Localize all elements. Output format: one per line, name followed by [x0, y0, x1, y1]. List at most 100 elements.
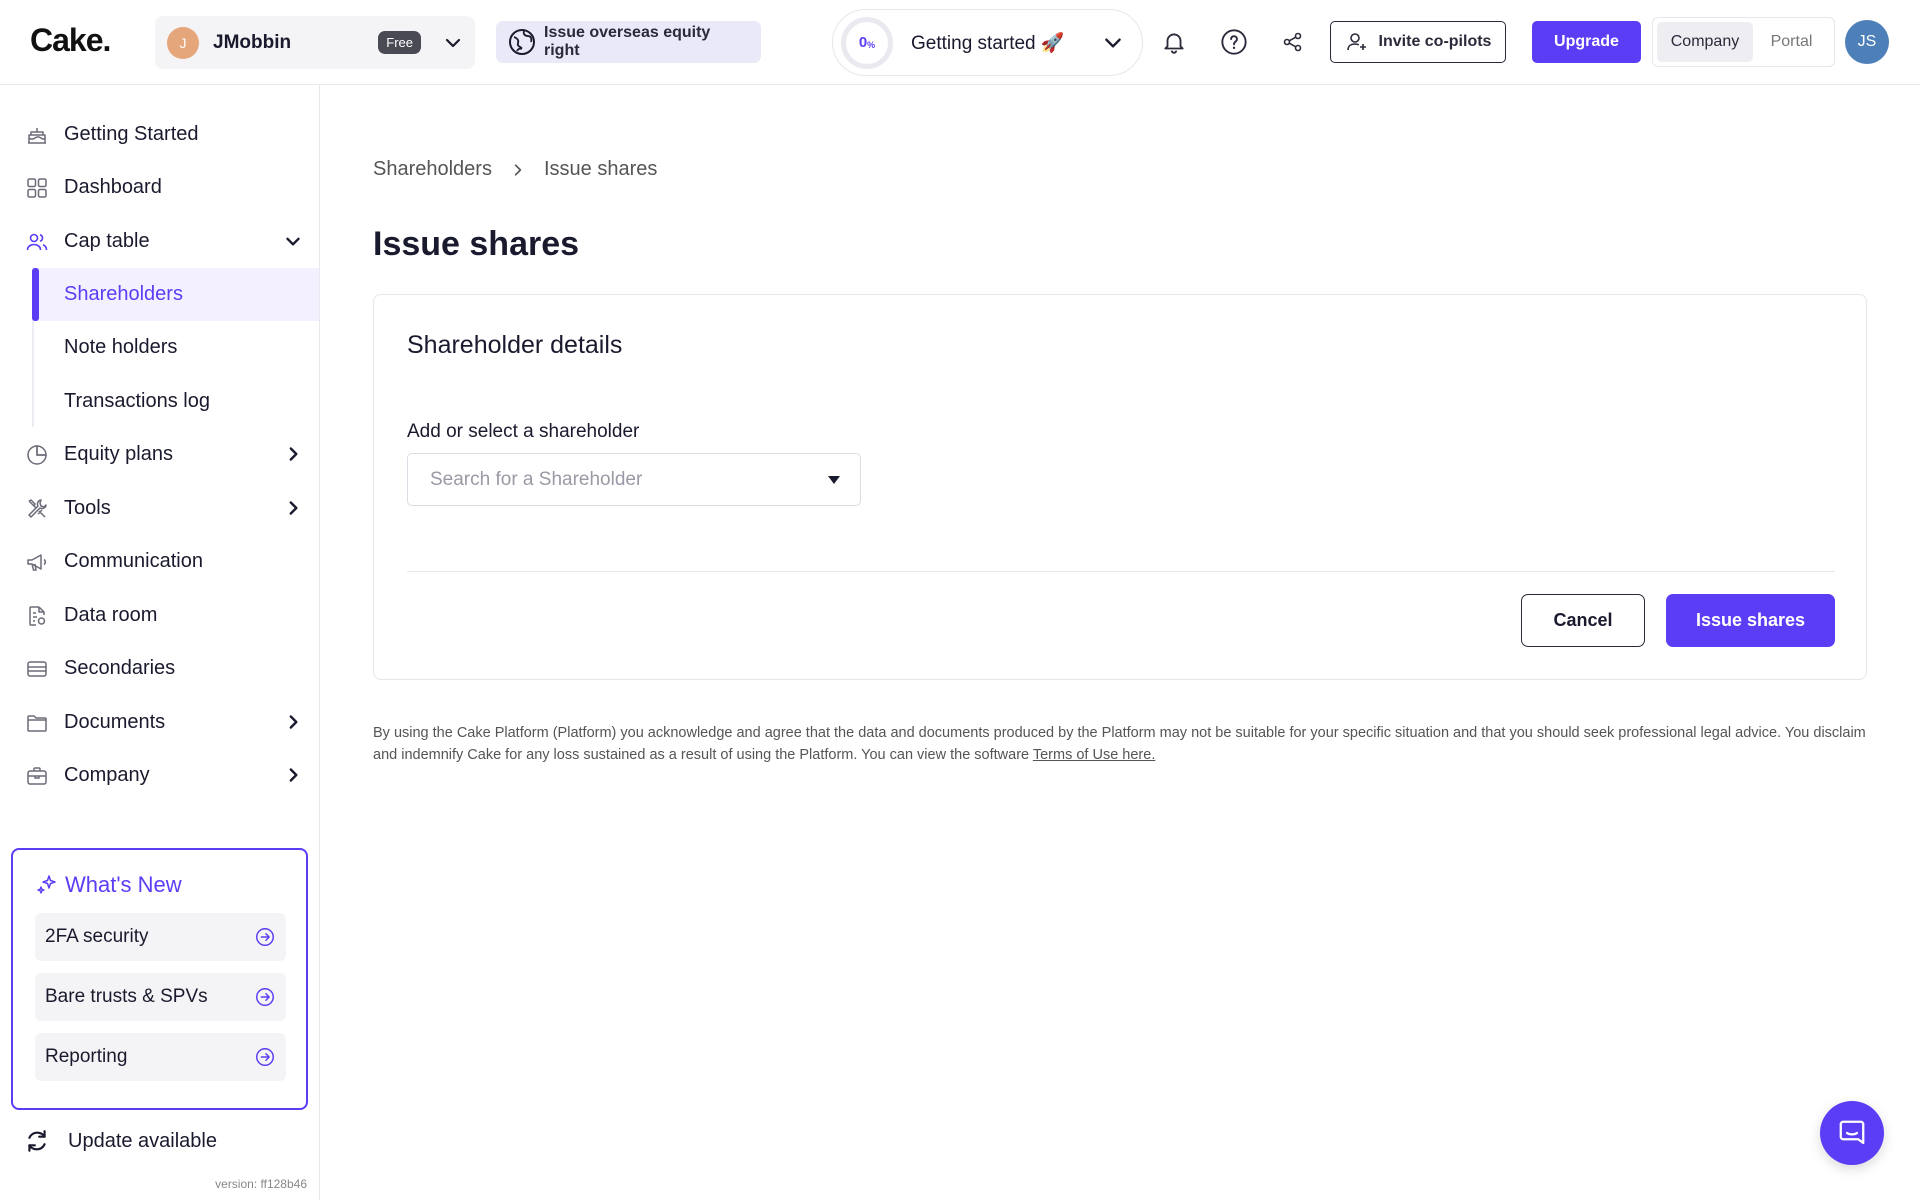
users-icon — [24, 229, 50, 255]
version-label: version: ff128b46 — [215, 1177, 307, 1191]
card-divider — [407, 571, 1835, 572]
account-switcher[interactable]: J JMobbin Free — [155, 16, 475, 69]
sidebar-item-communication[interactable]: Communication — [0, 535, 319, 588]
progress-percent-unit: % — [867, 40, 876, 50]
legal-disclaimer: By using the Cake Platform (Platform) yo… — [373, 722, 1873, 766]
switch-company[interactable]: Company — [1657, 22, 1753, 62]
issue-shares-button[interactable]: Issue shares — [1666, 594, 1835, 647]
plan-badge: Free — [378, 31, 421, 54]
sidebar-item-label: Documents — [64, 711, 166, 733]
sidebar-item-transactions-log[interactable]: Transactions log — [32, 375, 319, 428]
breadcrumb: Shareholders Issue shares — [373, 158, 657, 181]
progress-ring: 0% — [841, 16, 893, 69]
chevron-right-icon — [282, 443, 304, 465]
refresh-icon — [24, 1128, 68, 1154]
globe-icon — [508, 28, 536, 56]
shareholder-search-placeholder: Search for a Shareholder — [430, 468, 643, 490]
user-avatar[interactable]: JS — [1845, 20, 1889, 64]
equity-pill-label: Issue overseas equity right — [544, 24, 711, 59]
cake-logo[interactable]: Cake. — [30, 22, 111, 59]
sidebar-item-label: Company — [64, 764, 150, 786]
cake-icon — [24, 122, 50, 148]
top-bar: Cake. J JMobbin Free Issue overseas equi… — [0, 0, 1920, 85]
shareholder-search-select[interactable]: Search for a Shareholder — [407, 453, 861, 506]
sidebar-item-label: Communication — [64, 550, 203, 572]
whats-new-item-label: Reporting — [45, 1046, 128, 1067]
chevron-right-icon — [282, 711, 304, 733]
bell-icon[interactable] — [1156, 24, 1192, 60]
chevron-down-icon — [1102, 32, 1124, 54]
sidebar-item-label: Getting Started — [64, 123, 199, 145]
sidebar-item-label: Secondaries — [64, 657, 176, 679]
page-title: Issue shares — [373, 225, 580, 263]
sidebar: Getting Started Dashboard Cap table Shar… — [0, 85, 320, 1200]
account-name: JMobbin — [213, 31, 292, 53]
shareholder-details-card: Shareholder details Add or select a shar… — [373, 294, 1867, 680]
sidebar-item-label: Data room — [64, 604, 158, 626]
breadcrumb-shareholders[interactable]: Shareholders — [373, 158, 492, 181]
switch-portal[interactable]: Portal — [1753, 22, 1830, 62]
sidebar-item-equity-plans[interactable]: Equity plans — [0, 428, 319, 481]
whats-new-item-2fa[interactable]: 2FA security — [35, 913, 286, 961]
sidebar-item-getting-started[interactable]: Getting Started — [0, 108, 319, 161]
getting-started-progress[interactable]: 0% Getting started 🚀 — [832, 9, 1143, 76]
add-user-icon — [1345, 30, 1379, 54]
arrow-right-circle-icon — [254, 986, 276, 1008]
caret-down-icon — [828, 475, 840, 484]
chevron-right-icon — [282, 764, 304, 786]
equity-announcement-pill[interactable]: Issue overseas equity right — [496, 21, 761, 63]
sidebar-item-label: Cap table — [64, 230, 150, 252]
card-title: Shareholder details — [407, 331, 623, 359]
sidebar-item-cap-table[interactable]: Cap table — [0, 215, 319, 268]
whats-new-label: What's New — [65, 872, 182, 897]
folder-icon — [24, 710, 50, 736]
invite-co-pilots-button[interactable]: Invite co-pilots — [1330, 21, 1506, 63]
sidebar-item-note-holders[interactable]: Note holders — [32, 321, 319, 374]
tools-icon — [24, 496, 50, 522]
whats-new-panel: What's New 2FA security Bare trusts & SP… — [11, 848, 308, 1110]
briefcase-icon — [24, 763, 50, 789]
pie-icon — [24, 442, 50, 468]
help-icon[interactable] — [1216, 24, 1252, 60]
whats-new-item-label: 2FA security — [45, 926, 149, 947]
chevron-right-icon — [282, 497, 304, 519]
invite-label: Invite co-pilots — [1378, 33, 1492, 50]
sidebar-item-label: Tools — [64, 497, 111, 519]
chevron-down-icon — [443, 33, 463, 53]
upgrade-button[interactable]: Upgrade — [1532, 21, 1641, 63]
shareholder-field-label: Add or select a shareholder — [407, 421, 640, 442]
sparkle-icon — [35, 873, 65, 897]
grid-icon — [24, 175, 50, 201]
card-icon — [24, 656, 50, 682]
progress-percent: 0 — [858, 34, 868, 51]
chevron-right-icon — [510, 162, 526, 178]
getting-started-label: Getting started 🚀 — [911, 32, 1065, 54]
sidebar-item-data-room[interactable]: Data room — [0, 589, 319, 642]
whats-new-item-bare-trusts[interactable]: Bare trusts & SPVs — [35, 973, 286, 1021]
sidebar-item-secondaries[interactable]: Secondaries — [0, 642, 319, 695]
cancel-button[interactable]: Cancel — [1521, 594, 1645, 647]
sidebar-item-label: Dashboard — [64, 176, 162, 198]
sidebar-item-documents[interactable]: Documents — [0, 696, 319, 749]
arrow-right-circle-icon — [254, 926, 276, 948]
data-room-icon — [24, 603, 50, 629]
sidebar-item-label: Equity plans — [64, 443, 173, 465]
sidebar-item-tools[interactable]: Tools — [0, 482, 319, 535]
terms-of-use-link[interactable]: Terms of Use here. — [1033, 747, 1156, 763]
whats-new-item-reporting[interactable]: Reporting — [35, 1033, 286, 1081]
megaphone-icon — [24, 549, 50, 575]
sidebar-item-company[interactable]: Company — [0, 749, 319, 802]
update-label: Update available — [68, 1129, 217, 1152]
sidebar-item-dashboard[interactable]: Dashboard — [0, 161, 319, 214]
sidebar-item-shareholders[interactable]: Shareholders — [32, 268, 319, 321]
arrow-right-circle-icon — [254, 1046, 276, 1068]
update-available-button[interactable]: Update available — [24, 1128, 217, 1154]
whats-new-title: What's New — [35, 872, 182, 898]
company-portal-switch: Company Portal — [1652, 17, 1835, 67]
chat-launcher-button[interactable] — [1820, 1101, 1884, 1165]
chat-icon — [1837, 1118, 1867, 1148]
whats-new-item-label: Bare trusts & SPVs — [45, 986, 208, 1007]
chevron-down-icon — [282, 230, 304, 252]
share-icon[interactable] — [1275, 24, 1311, 60]
breadcrumb-issue-shares: Issue shares — [543, 158, 658, 180]
